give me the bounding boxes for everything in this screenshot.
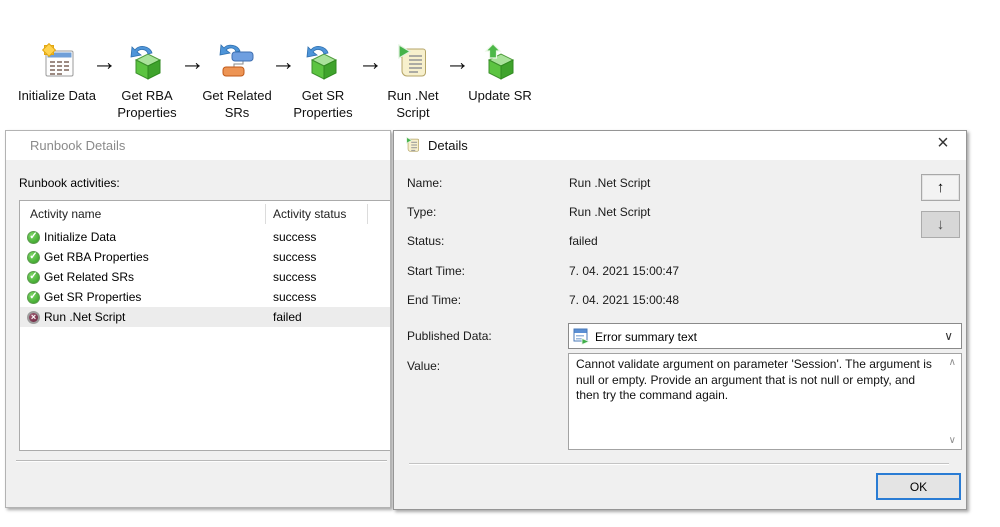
runbook-titlebar[interactable]: Runbook Details: [6, 131, 390, 160]
close-icon[interactable]: ×: [931, 132, 955, 155]
activity-name-cell: Get SR Properties: [44, 290, 142, 304]
activity-status-cell: success: [273, 250, 317, 264]
published-data-selected-option: Error summary text: [595, 330, 698, 344]
value-textbox[interactable]: Cannot validate argument on parameter 'S…: [568, 353, 962, 450]
desktop: Initialize Data → Get RBA Properties → G…: [0, 0, 1000, 527]
column-header-activity-name[interactable]: Activity name: [30, 207, 101, 221]
workflow-step-update-sr[interactable]: Update SR: [455, 42, 545, 104]
details-titlebar[interactable]: Details ×: [394, 131, 966, 160]
table-row[interactable]: ✓ Get Related SRs success: [20, 267, 390, 287]
activity-name-cell: Get RBA Properties: [44, 250, 149, 264]
failed-status-icon: ×: [27, 310, 40, 324]
script-icon: [406, 136, 419, 152]
update-cube-icon: [484, 43, 515, 80]
field-label: End Time:: [407, 293, 462, 307]
published-data-dropdown[interactable]: Error summary text ∨: [568, 323, 962, 349]
field-value: 7. 04. 2021 15:00:47: [569, 264, 680, 278]
field-value: Run .Net Script: [569, 205, 651, 219]
workflow-step-label: Get Related SRs: [202, 88, 272, 120]
activities-table: Activity name Activity status ✓ Initiali…: [19, 200, 390, 451]
field-label: Type:: [407, 205, 437, 219]
ok-button[interactable]: OK: [876, 473, 961, 500]
activity-name-cell: Initialize Data: [44, 230, 117, 244]
success-status-icon: ✓: [27, 250, 40, 264]
chevron-down-icon: ∨: [944, 329, 953, 343]
dialog-divider: [409, 463, 949, 465]
activity-status-cell: success: [273, 230, 317, 244]
window-title: Runbook Details: [30, 138, 126, 153]
workflow-step-run-net-script[interactable]: Run .Net Script: [373, 42, 453, 121]
details-dialog: Details × Name: Run .Net Script Type: Ru…: [393, 130, 967, 510]
table-row[interactable]: ✓ Get SR Properties success: [20, 287, 390, 307]
runbook-activities-label: Runbook activities:: [19, 176, 120, 190]
workflow-step-get-rba-properties[interactable]: Get RBA Properties: [107, 42, 187, 121]
field-label: Status:: [407, 234, 445, 248]
activity-status-cell: failed: [273, 310, 302, 324]
field-value: 7. 04. 2021 15:00:48: [569, 293, 680, 307]
workflow-step-get-related-srs[interactable]: Get Related SRs: [195, 42, 279, 121]
published-data-item-icon: [573, 328, 590, 345]
runbook-details-window: Runbook Details Runbook activities: Acti…: [5, 130, 391, 508]
new-data-table-icon: [41, 42, 74, 77]
activity-name-cell: Run .Net Script: [44, 310, 126, 324]
activity-status-cell: success: [273, 270, 317, 284]
value-label: Value:: [407, 359, 441, 373]
dialog-title: Details: [428, 138, 468, 153]
up-arrow-icon: ↑: [936, 179, 945, 196]
value-text: Cannot validate argument on parameter 'S…: [576, 357, 932, 402]
scroll-up-icon[interactable]: ∧: [949, 357, 956, 368]
published-data-label: Published Data:: [407, 329, 492, 343]
down-arrow-icon: ↓: [936, 216, 945, 233]
activity-status-cell: success: [273, 290, 317, 304]
table-row[interactable]: ✓ Initialize Data success: [20, 227, 390, 247]
workflow-step-label: Get SR Properties: [293, 88, 353, 120]
get-activity-cube-icon: [130, 46, 162, 80]
field-label: Start Time:: [407, 264, 466, 278]
workflow-step-label: Get RBA Properties: [117, 88, 177, 120]
success-status-icon: ✓: [27, 230, 40, 244]
table-row[interactable]: ✓ Get RBA Properties success: [20, 247, 390, 267]
table-row-selected[interactable]: × Run .Net Script failed: [20, 307, 390, 327]
field-value: Run .Net Script: [569, 176, 651, 190]
column-separator[interactable]: [367, 204, 368, 224]
get-related-items-icon: [219, 44, 254, 77]
workflow-step-label: Initialize Data: [17, 88, 97, 103]
next-activity-button[interactable]: ↓: [921, 211, 960, 238]
workflow-step-label: Run .Net Script: [387, 88, 439, 120]
success-status-icon: ✓: [27, 290, 40, 304]
activities-table-header: Activity name Activity status: [20, 201, 390, 227]
column-separator[interactable]: [265, 204, 266, 224]
ok-button-label: OK: [909, 479, 928, 494]
run-script-icon: [398, 43, 426, 77]
workflow-step-get-sr-properties[interactable]: Get SR Properties: [283, 42, 363, 121]
get-activity-cube-icon: [306, 46, 338, 80]
field-label: Name:: [407, 176, 443, 190]
field-value: failed: [569, 234, 598, 248]
workflow-step-label: Update SR: [468, 88, 532, 103]
window-divider: [16, 460, 387, 462]
success-status-icon: ✓: [27, 270, 40, 284]
scroll-down-icon[interactable]: ∨: [949, 435, 956, 446]
activity-name-cell: Get Related SRs: [44, 270, 135, 284]
previous-activity-button[interactable]: ↑: [921, 174, 960, 201]
column-header-activity-status[interactable]: Activity status: [273, 207, 346, 221]
